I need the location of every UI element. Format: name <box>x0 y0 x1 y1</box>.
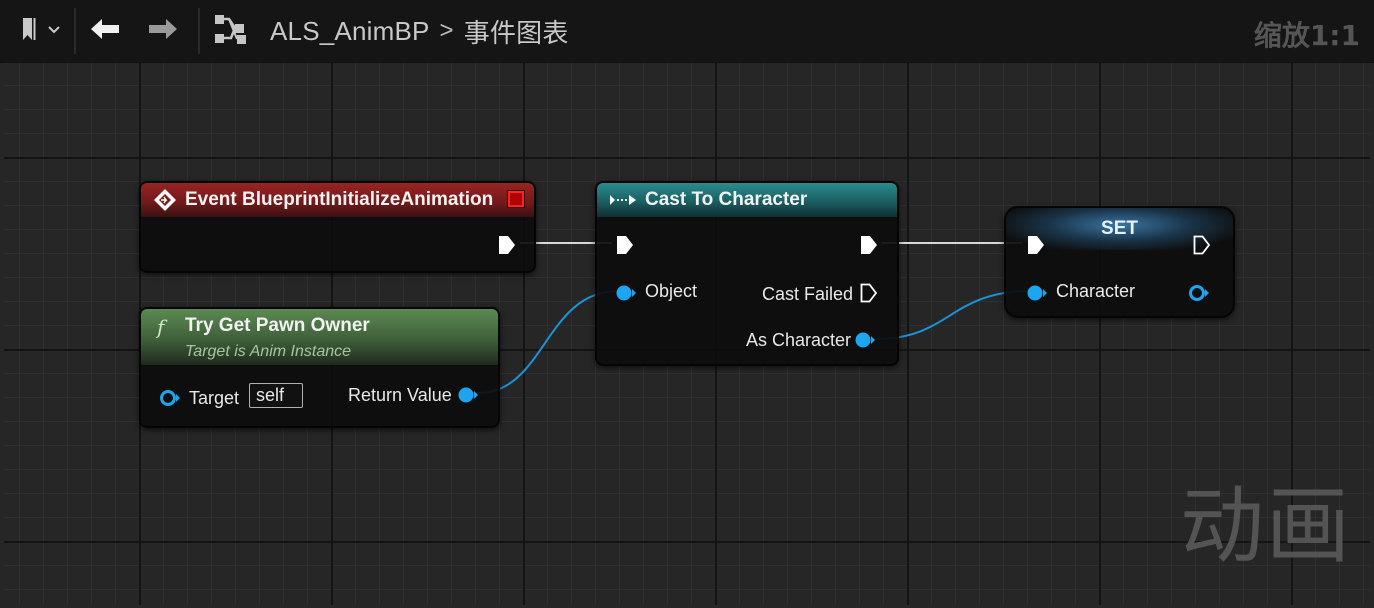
node-header: f Try Get Pawn Owner Target is Anim Inst… <box>141 309 498 365</box>
node-header: Event BlueprintInitializeAnimation <box>141 183 534 217</box>
event-initialize-animation-node[interactable]: Event BlueprintInitializeAnimation <box>139 181 536 273</box>
as-character-pin-label: As Character <box>746 330 852 350</box>
target-pin-label: Target <box>189 388 240 408</box>
node-title: Cast To Character <box>645 189 808 210</box>
chevron-down-icon <box>47 22 61 40</box>
character-pin-label: Character <box>1056 281 1136 301</box>
bookmark-dropdown-button[interactable] <box>12 14 68 48</box>
exec-in-pin-icon[interactable] <box>1026 235 1046 255</box>
graph-hierarchy-icon <box>213 13 247 50</box>
cast-failed-pin-label: Cast Failed <box>762 284 854 304</box>
object-input-pin-icon[interactable] <box>615 284 637 302</box>
node-subtitle: Target is Anim Instance <box>185 343 352 360</box>
forward-button[interactable] <box>142 14 184 48</box>
return-value-output-pin-icon[interactable] <box>457 386 479 404</box>
event-diamond-icon <box>153 188 177 212</box>
as-character-output-pin-icon[interactable] <box>854 331 876 349</box>
exec-out-pin-icon[interactable] <box>1192 235 1212 255</box>
breadcrumb-separator: > <box>439 17 454 44</box>
object-pin-label: Object <box>645 281 698 301</box>
zoom-level-label: 缩放1:1 <box>1253 19 1360 52</box>
cast-arrow-icon <box>609 193 637 207</box>
return-value-pin-label: Return Value <box>348 385 452 405</box>
breadcrumb-item-event-graph[interactable]: 事件图表 <box>464 13 569 50</box>
delegate-pin-icon[interactable] <box>508 191 524 207</box>
toolbar-divider <box>198 8 200 54</box>
arrow-right-icon <box>147 17 179 46</box>
cast-failed-exec-pin-icon[interactable] <box>859 283 879 303</box>
exec-in-pin-icon[interactable] <box>615 235 635 255</box>
function-icon: f <box>157 315 165 339</box>
bookmark-icon <box>19 16 43 47</box>
graph-type-watermark: 动画 <box>1179 477 1352 575</box>
exec-out-pin-icon[interactable] <box>859 235 879 255</box>
node-header: Cast To Character <box>597 183 897 217</box>
back-button[interactable] <box>84 14 126 48</box>
set-character-node[interactable]: SET Character <box>1004 206 1235 318</box>
try-get-pawn-owner-node[interactable]: f Try Get Pawn Owner Target is Anim Inst… <box>139 307 500 428</box>
character-output-pin-icon[interactable] <box>1188 284 1210 302</box>
graph-hierarchy-button[interactable] <box>210 14 250 48</box>
target-self-field[interactable]: self <box>249 383 303 408</box>
toolbar-divider <box>74 8 76 54</box>
character-input-pin-icon[interactable] <box>1026 284 1048 302</box>
target-input-pin-icon[interactable] <box>159 389 181 407</box>
graph-toolbar: ALS_AnimBP > 事件图表 缩放1:1 <box>0 0 1374 63</box>
breadcrumb: ALS_AnimBP > 事件图表 <box>270 13 569 50</box>
node-title: Event BlueprintInitializeAnimation <box>185 189 494 210</box>
cast-to-character-node[interactable]: Cast To Character Object Cast Failed As … <box>595 181 899 366</box>
exec-out-pin-icon[interactable] <box>497 235 517 255</box>
breadcrumb-item-blueprint[interactable]: ALS_AnimBP <box>270 16 430 47</box>
arrow-left-icon <box>89 17 121 46</box>
node-title: Try Get Pawn Owner <box>185 315 370 336</box>
